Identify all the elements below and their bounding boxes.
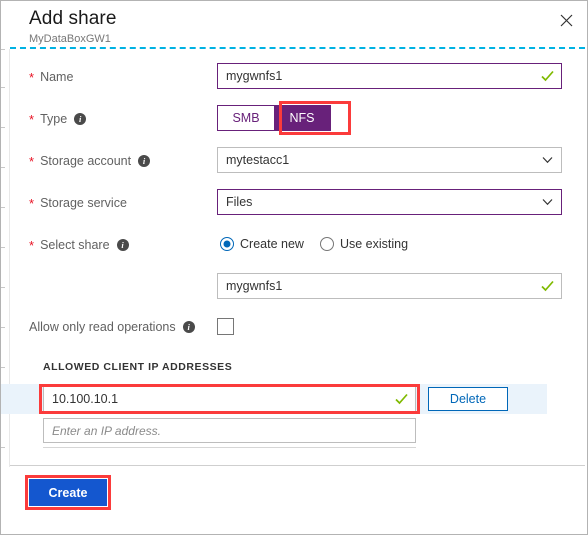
allowed-ip-heading: ALLOWED CLIENT IP ADDRESSES: [43, 361, 233, 373]
new-ip-placeholder: Enter an IP address.: [52, 423, 161, 438]
control-share-name: mygwnfs1: [217, 273, 587, 299]
page-subtitle: MyDataBoxGW1: [29, 33, 111, 45]
create-button-wrapper: Create: [25, 475, 111, 510]
add-share-form: * Name mygwnfs1 * Type i SMB NFS * Stora…: [1, 48, 587, 448]
field-row-select-share: * Select share i Create new Use existing: [1, 231, 587, 259]
ip-address-input[interactable]: 10.100.10.1: [43, 386, 416, 412]
radio-use-existing[interactable]: Use existing: [319, 237, 409, 251]
control-storage-service: Files: [217, 189, 587, 215]
radio-dot: [319, 237, 334, 251]
field-row-storage-account: * Storage account i mytestacc1: [1, 147, 587, 175]
label-type-text: Type: [40, 112, 68, 126]
label-type: * Type i: [29, 105, 217, 133]
radio-create-new-label: Create new: [240, 237, 304, 251]
required-marker: *: [29, 111, 35, 127]
name-input-value: mygwnfs1: [226, 69, 283, 83]
dialog-footer: Create: [1, 467, 587, 534]
control-storage-account: mytestacc1: [217, 147, 587, 173]
field-row-storage-service: * Storage service Files: [1, 189, 587, 217]
required-marker: *: [29, 69, 35, 85]
type-toggle: SMB NFS: [217, 105, 331, 131]
control-type: SMB NFS: [217, 101, 587, 135]
required-marker: *: [29, 153, 35, 169]
checkmark-icon: [541, 280, 554, 292]
label-select-share: * Select share i: [29, 231, 217, 259]
field-row-name: * Name mygwnfs1: [1, 63, 587, 91]
select-share-radio-group: Create new Use existing: [217, 231, 562, 257]
add-share-dialog: Add share MyDataBoxGW1 * Name mygwnfs1 *…: [0, 0, 588, 535]
type-toggle-group: SMB NFS: [217, 101, 351, 135]
control-select-share: Create new Use existing: [217, 231, 587, 257]
radio-use-existing-label: Use existing: [339, 237, 409, 251]
required-marker: *: [29, 195, 35, 211]
control-name: mygwnfs1: [217, 63, 587, 89]
allowed-ip-section: ALLOWED CLIENT IP ADDRESSES 10.100.10.1 …: [1, 361, 587, 448]
new-ip-address-input[interactable]: Enter an IP address.: [43, 418, 416, 443]
create-button[interactable]: Create: [29, 479, 107, 506]
label-name-text: Name: [40, 70, 74, 84]
label-storage-service-text: Storage service: [40, 196, 127, 210]
control-read-only: [217, 313, 587, 335]
ip-address-value: 10.100.10.1: [52, 392, 119, 406]
label-read-only-text: Allow only read operations: [29, 320, 176, 334]
storage-service-value: Files: [226, 195, 253, 209]
footer-divider: [10, 465, 585, 466]
info-icon[interactable]: i: [74, 113, 87, 125]
type-option-smb[interactable]: SMB: [218, 106, 274, 130]
info-icon[interactable]: i: [182, 321, 195, 333]
ip-list-divider: [43, 447, 416, 448]
close-icon[interactable]: [553, 7, 579, 33]
label-storage-account: * Storage account i: [29, 147, 217, 175]
share-name-value: mygwnfs1: [226, 279, 283, 293]
chevron-down-icon: [542, 157, 553, 164]
share-name-input[interactable]: mygwnfs1: [217, 273, 562, 299]
allowed-ip-row: 10.100.10.1 Delete: [1, 384, 547, 414]
storage-service-select[interactable]: Files: [217, 189, 562, 215]
checkmark-icon: [395, 393, 408, 405]
dialog-header: Add share MyDataBoxGW1: [1, 1, 587, 48]
radio-create-new[interactable]: Create new: [220, 237, 304, 251]
type-option-nfs[interactable]: NFS: [274, 106, 330, 130]
required-marker: *: [29, 237, 35, 253]
checkmark-icon: [541, 70, 554, 82]
name-input[interactable]: mygwnfs1: [217, 63, 562, 89]
storage-account-select[interactable]: mytestacc1: [217, 147, 562, 173]
field-row-share-name: mygwnfs1: [1, 273, 587, 299]
label-read-only: Allow only read operations i: [29, 313, 217, 341]
read-only-checkbox[interactable]: [217, 318, 234, 335]
label-storage-service: * Storage service: [29, 189, 217, 217]
info-icon[interactable]: i: [138, 155, 151, 167]
field-row-type: * Type i SMB NFS: [1, 101, 587, 135]
field-row-read-only: Allow only read operations i: [1, 313, 587, 341]
label-name: * Name: [29, 63, 217, 91]
chevron-down-icon: [542, 199, 553, 206]
info-icon[interactable]: i: [116, 239, 129, 251]
label-storage-account-text: Storage account: [40, 154, 132, 168]
radio-dot-selected: [220, 237, 234, 251]
storage-account-value: mytestacc1: [226, 153, 290, 167]
page-title: Add share: [29, 8, 117, 29]
delete-ip-button[interactable]: Delete: [428, 387, 508, 411]
label-select-share-text: Select share: [40, 238, 110, 252]
